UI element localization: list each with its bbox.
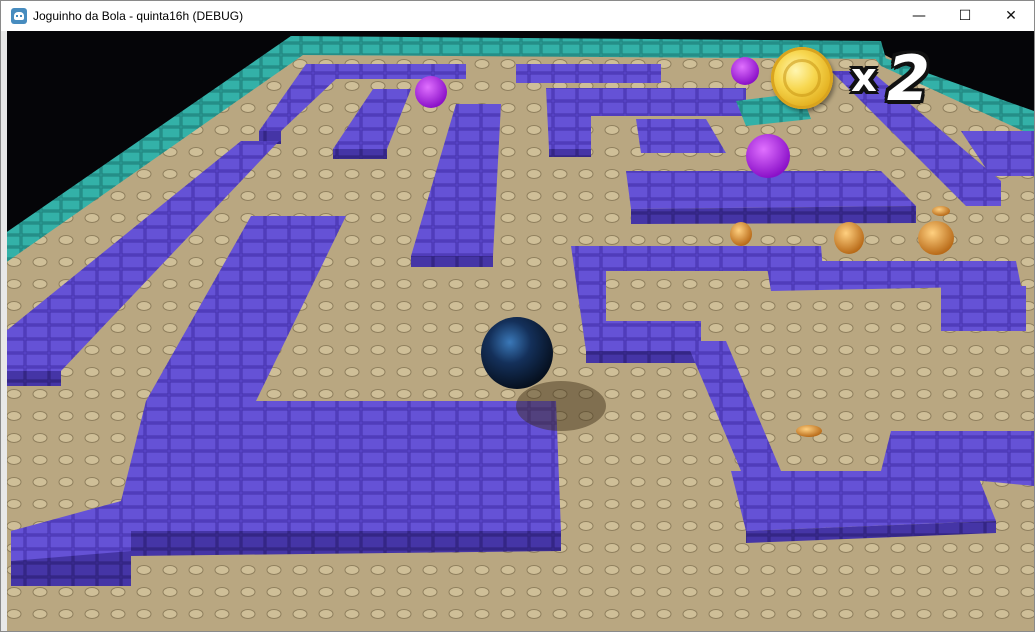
minimize-button[interactable]: — [896,1,942,31]
maximize-button[interactable]: ☐ [942,1,988,31]
godot-app-icon [11,8,27,24]
window-title: Joguinho da Bola - quinta16h (DEBUG) [33,9,244,23]
player-ball [481,317,553,389]
spike-ball [415,76,447,108]
multiplier-sign: x [851,55,877,101]
left-background-strip [1,31,7,631]
spike-ball [746,134,790,178]
coin-count: 2 [886,41,930,115]
game-window: Joguinho da Bola - quinta16h (DEBUG) — ☐… [0,0,1035,632]
close-button[interactable]: ✕ [988,1,1034,31]
coin [932,206,950,216]
ball-shadow [516,381,606,431]
coin-counter: x 2 [771,41,930,115]
coin-icon [771,47,833,109]
game-viewport[interactable] [1,31,1034,631]
coin [730,222,752,246]
game-scene [1,31,1034,631]
coin [834,222,864,254]
title-bar[interactable]: Joguinho da Bola - quinta16h (DEBUG) — ☐… [1,1,1034,31]
coin [796,425,822,437]
window-controls: — ☐ ✕ [896,1,1034,31]
coin [918,221,954,255]
spike-ball [731,57,759,85]
